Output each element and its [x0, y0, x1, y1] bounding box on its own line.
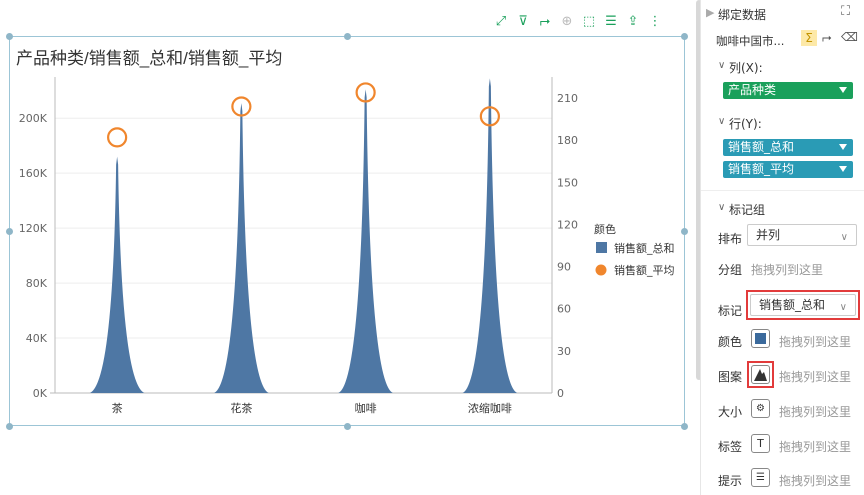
binding-panel: ▶ 绑定数据 ⛶ 咖啡中国市... Σ ⮣ ⌫ ∨ 列(X): 产品种类 ∨ 行… — [700, 0, 864, 495]
y-right-tick-label: 120 — [557, 218, 578, 231]
y-right-tick-label: 30 — [557, 345, 571, 358]
select-value: 销售额_总和 — [759, 298, 826, 312]
y-right-tick-label: 0 — [557, 387, 564, 400]
tooltip-drop-zone[interactable]: 拖拽列到这里 — [779, 472, 851, 489]
size-drop-zone[interactable]: 拖拽列到这里 — [779, 403, 851, 420]
property-label-label: 标签 — [718, 440, 743, 454]
rows-field-pill[interactable]: 销售额_总和 — [723, 139, 853, 156]
avg-circle-marker — [107, 127, 128, 148]
dropdown-arrow-icon[interactable] — [839, 166, 847, 172]
property-size-label: 大小 — [718, 405, 743, 419]
y-right-tick-label: 90 — [557, 261, 571, 274]
chevron-down-icon[interactable]: ∨ — [718, 60, 725, 71]
columns-field-pill[interactable]: 产品种类 — [723, 82, 853, 99]
columns-label: 列(X): — [729, 61, 763, 75]
y-right-tick-label: 210 — [557, 92, 578, 105]
dataset-name[interactable]: 咖啡中国市... — [716, 33, 784, 49]
layout-select[interactable]: 并列 ∨ — [747, 224, 857, 246]
shape-drop-zone[interactable]: 拖拽列到这里 — [779, 368, 851, 385]
chevron-down-icon: ∨ — [840, 232, 848, 243]
y-left-tick-label: 0K — [33, 387, 48, 400]
property-color-label: 颜色 — [718, 335, 743, 349]
divider — [701, 190, 864, 191]
y-left-tick-label: 160K — [19, 167, 48, 180]
x-category-label: 咖啡 — [355, 401, 377, 415]
chevron-down-icon[interactable]: ∨ — [718, 116, 725, 127]
chevron-down-icon: ∨ — [839, 302, 847, 313]
y-left-tick-label: 80K — [26, 277, 48, 290]
text-label-icon[interactable]: T — [751, 434, 770, 453]
color-swatch-icon[interactable] — [751, 329, 770, 348]
pill-label: 销售额_总和 — [728, 140, 795, 154]
rows-label: 行(Y): — [729, 117, 762, 131]
group-drop-zone[interactable]: 拖拽列到这里 — [751, 261, 823, 278]
size-icon[interactable]: ⚙ — [751, 399, 770, 418]
swap-icon[interactable]: ⛶ — [841, 4, 850, 19]
select-value: 并列 — [756, 228, 781, 242]
area-shape-glyph — [754, 369, 767, 381]
pill-label: 产品种类 — [728, 83, 777, 97]
legend-swatch — [595, 264, 607, 276]
area-spike — [214, 103, 269, 394]
chart-plot: 0K 40K 80K 120K 160K 200K 0 30 60 90 120 150 180 210 茶… — [19, 77, 675, 415]
label-drop-zone[interactable]: 拖拽列到这里 — [779, 438, 851, 455]
marks-group-label: 标记组 — [729, 203, 766, 217]
tooltip-icon[interactable]: ☰ — [751, 468, 770, 487]
collapse-chevron-icon[interactable]: ▶ — [706, 6, 714, 19]
mark-select[interactable]: 销售额_总和 ∨ — [750, 294, 856, 316]
y-right-tick-label: 150 — [557, 176, 578, 189]
y-left-tick-label: 200K — [19, 112, 48, 125]
area-spike — [338, 89, 393, 393]
legend-swatch — [596, 242, 607, 253]
sigma-icon[interactable]: Σ — [801, 30, 817, 46]
y-left-tick-label: 40K — [26, 332, 48, 345]
property-shape-label: 图案 — [718, 370, 743, 384]
color-drop-zone[interactable]: 拖拽列到这里 — [779, 333, 851, 350]
property-tooltip-label: 提示 — [718, 474, 743, 488]
hierarchy-icon[interactable]: ⮣ — [822, 30, 832, 45]
y-left-tick-label: 120K — [19, 222, 48, 235]
x-category-label: 花茶 — [230, 402, 252, 415]
chevron-down-icon[interactable]: ∨ — [718, 202, 725, 213]
rows-field-pill[interactable]: 销售额_平均 — [723, 161, 853, 178]
layout-label: 排布 — [718, 232, 743, 246]
legend-label: 销售额_总和 — [614, 241, 675, 255]
eraser-icon[interactable]: ⌫ — [841, 30, 858, 44]
panel-title: 绑定数据 — [718, 8, 767, 22]
x-category-label: 浓缩咖啡 — [468, 401, 512, 415]
area-spike — [89, 156, 145, 393]
y-right-tick-label: 60 — [557, 303, 571, 316]
group-label: 分组 — [718, 263, 743, 277]
x-category-label: 茶 — [112, 402, 123, 415]
area-shape-icon[interactable] — [751, 365, 770, 384]
mark-label: 标记 — [718, 304, 743, 318]
y-right-tick-label: 180 — [557, 134, 578, 147]
dropdown-arrow-icon[interactable] — [839, 144, 847, 150]
pill-label: 销售额_平均 — [728, 162, 795, 176]
legend-label: 销售额_平均 — [614, 263, 675, 277]
legend-title: 颜色 — [594, 222, 616, 236]
dropdown-arrow-icon[interactable] — [839, 87, 847, 93]
